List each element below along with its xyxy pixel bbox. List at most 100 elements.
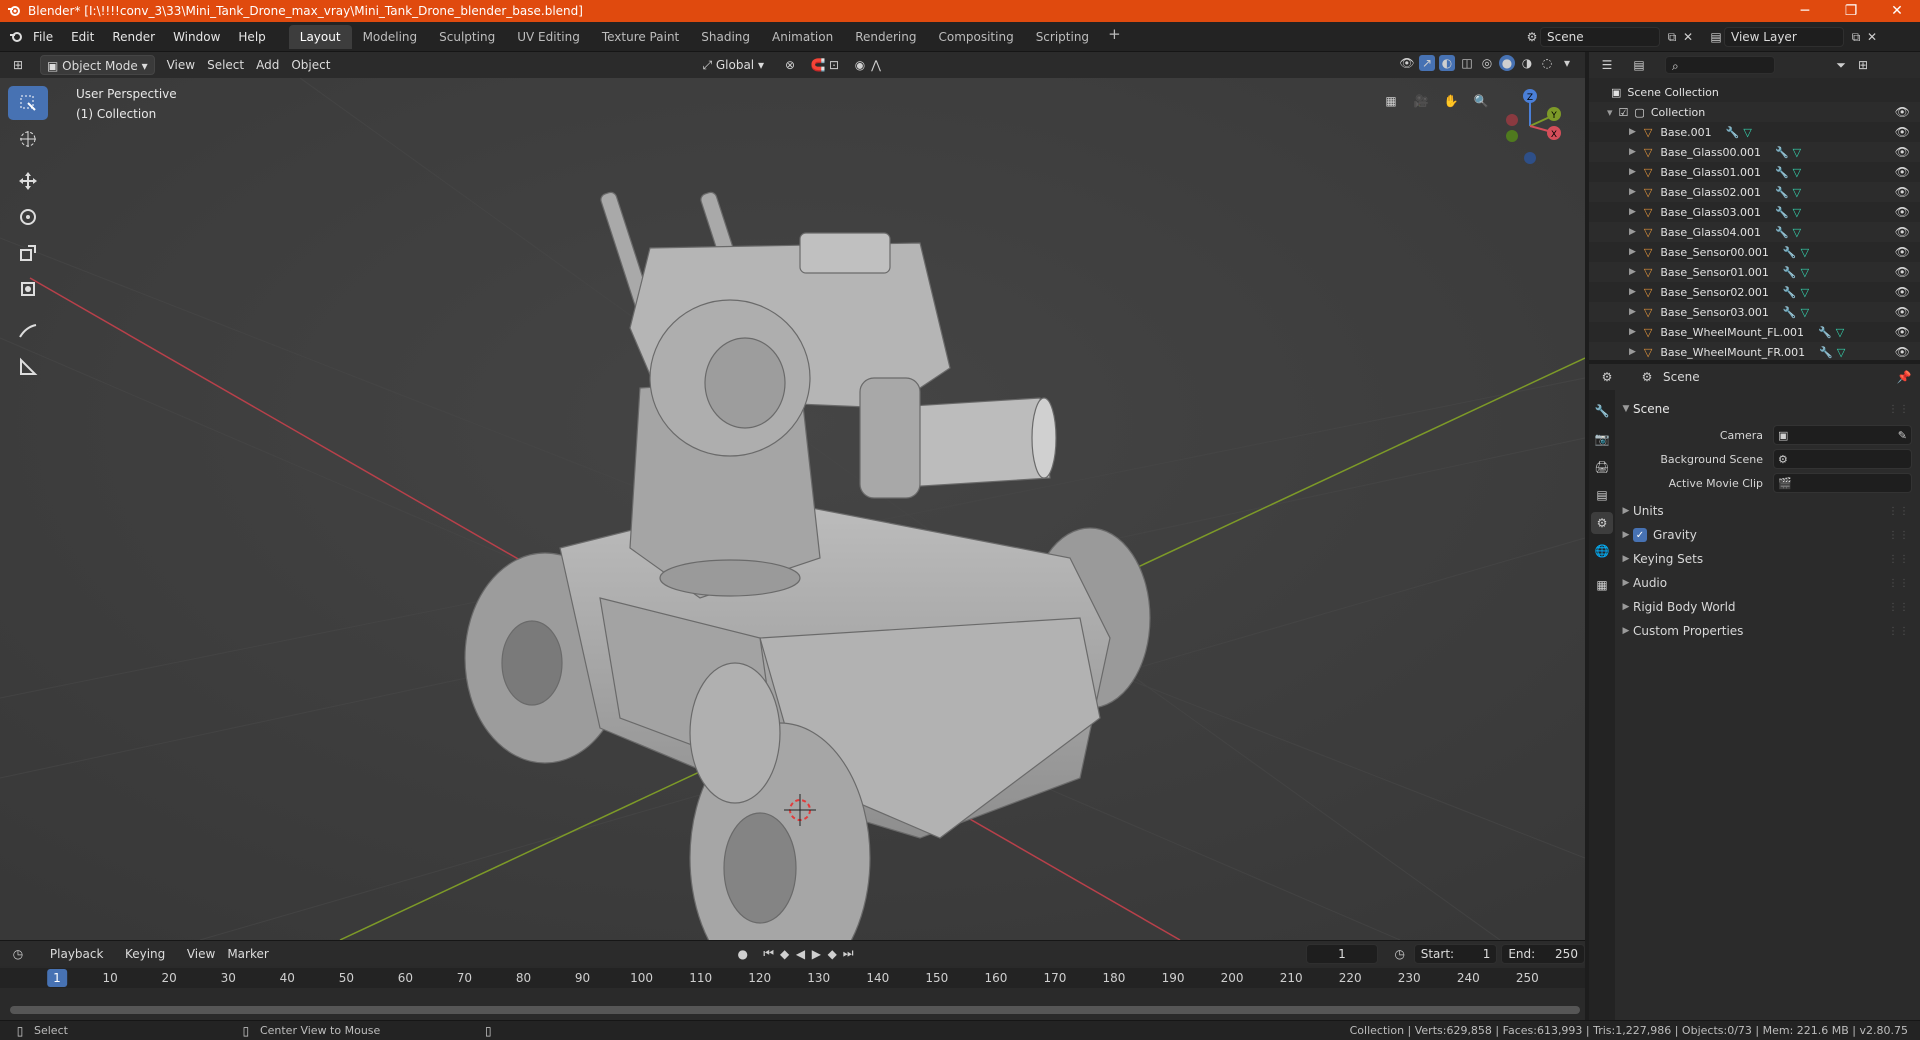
eye-icon[interactable]: 👁 bbox=[1895, 225, 1910, 239]
new-view-layer-icon[interactable]: ⧉ bbox=[1848, 29, 1864, 45]
tab-rendering[interactable]: Rendering bbox=[844, 25, 927, 49]
remove-view-layer-icon[interactable]: ✕ bbox=[1864, 29, 1880, 45]
timeline-editor-icon[interactable]: ◷ bbox=[10, 946, 26, 962]
outliner-search-input[interactable]: ⌕ bbox=[1665, 56, 1775, 74]
rigid-body-world-panel[interactable]: ▶ Rigid Body World ⋮⋮ bbox=[1619, 596, 1916, 618]
transform-tool-icon[interactable] bbox=[8, 272, 48, 306]
outliner-object-row[interactable]: ▶ ▽ Base_Glass04.001 🔧 ▽ 👁 bbox=[1589, 222, 1920, 242]
modifier-wrench-icon[interactable]: 🔧 bbox=[1783, 246, 1797, 259]
tab-sculpting[interactable]: Sculpting bbox=[428, 25, 506, 49]
expand-object-icon[interactable]: ▶ bbox=[1629, 347, 1636, 357]
eye-icon[interactable]: 👁 bbox=[1895, 325, 1910, 339]
modifier-wrench-icon[interactable]: 🔧 bbox=[1775, 226, 1789, 239]
jump-end-icon[interactable]: ⏭ bbox=[840, 946, 856, 962]
play-icon[interactable]: ▶ bbox=[808, 946, 824, 962]
expand-object-icon[interactable]: ▶ bbox=[1629, 267, 1636, 277]
outliner-object-row[interactable]: ▶ ▽ Base_Glass02.001 🔧 ▽ 👁 bbox=[1589, 182, 1920, 202]
menu-edit[interactable]: Edit bbox=[62, 26, 103, 48]
timeline-scrollbar[interactable] bbox=[10, 1006, 1580, 1014]
menu-playback[interactable]: Playback ▾ bbox=[44, 944, 119, 981]
tab-uv-editing[interactable]: UV Editing bbox=[506, 25, 591, 49]
tab-shading[interactable]: Shading bbox=[690, 25, 761, 49]
tab-layout[interactable]: Layout bbox=[288, 24, 352, 49]
drag-handle-icon[interactable]: ⋮⋮ bbox=[1888, 626, 1910, 637]
eye-icon[interactable]: 👁 bbox=[1895, 125, 1910, 139]
drag-handle-icon[interactable]: ⋮⋮ bbox=[1888, 602, 1910, 613]
modifier-wrench-icon[interactable]: 🔧 bbox=[1775, 166, 1789, 179]
outliner-object-row[interactable]: ▶ ▽ Base.001 🔧 ▽ 👁 bbox=[1589, 122, 1920, 142]
expand-object-icon[interactable]: ▶ bbox=[1629, 287, 1636, 297]
eye-icon[interactable]: 👁 bbox=[1895, 145, 1910, 159]
scene-icon[interactable]: ⚙ bbox=[1524, 29, 1540, 45]
expand-object-icon[interactable]: ▶ bbox=[1629, 127, 1636, 137]
wireframe-shading-icon[interactable]: ◎ bbox=[1479, 55, 1495, 71]
mesh-data-icon[interactable]: ▽ bbox=[1836, 326, 1844, 339]
active-movie-clip-field[interactable]: 🎬 bbox=[1773, 473, 1912, 493]
object-mode-dropdown[interactable]: ▣ Object Mode ▾ bbox=[40, 55, 155, 75]
outliner-editor-icon[interactable]: ☰ bbox=[1599, 57, 1615, 73]
outliner-object-row[interactable]: ▶ ▽ Base_WheelMount_FL.001 🔧 ▽ 👁 bbox=[1589, 322, 1920, 342]
snap-target-icon[interactable]: ⊡ bbox=[826, 57, 842, 73]
tab-modeling[interactable]: Modeling bbox=[352, 25, 429, 49]
cursor-tool-icon[interactable] bbox=[8, 122, 48, 156]
record-icon[interactable]: ● bbox=[735, 946, 751, 962]
outliner-object-row[interactable]: ▶ ▽ Base_Glass01.001 🔧 ▽ 👁 bbox=[1589, 162, 1920, 182]
editor-type-icon[interactable]: ⊞ bbox=[10, 57, 26, 73]
rotate-tool-icon[interactable] bbox=[8, 200, 48, 234]
snap-icon[interactable]: 🧲 bbox=[810, 57, 826, 73]
modifier-wrench-icon[interactable]: 🔧 bbox=[1775, 206, 1789, 219]
pan-hand-icon[interactable]: ✋ bbox=[1438, 88, 1464, 114]
modifier-wrench-icon[interactable]: 🔧 bbox=[1775, 146, 1789, 159]
end-frame-field[interactable]: End: 250 bbox=[1501, 943, 1585, 964]
camera-field[interactable]: ▣ ✎ bbox=[1773, 425, 1912, 445]
expand-object-icon[interactable]: ▶ bbox=[1629, 207, 1636, 217]
orientation-dropdown[interactable]: ⤢ Global ▾ bbox=[696, 55, 770, 75]
outliner-object-row[interactable]: ▶ ▽ Base_Glass03.001 🔧 ▽ 👁 bbox=[1589, 202, 1920, 222]
expand-object-icon[interactable]: ▶ bbox=[1629, 147, 1636, 157]
jump-start-icon[interactable]: ⏮ bbox=[761, 946, 777, 962]
select-box-tool-icon[interactable] bbox=[8, 86, 48, 120]
overlay-toggle-icon[interactable]: ◐ bbox=[1439, 55, 1455, 71]
playhead[interactable]: 1 bbox=[47, 969, 67, 987]
modifier-wrench-icon[interactable]: 🔧 bbox=[1818, 326, 1832, 339]
maximize-button[interactable]: ❐ bbox=[1828, 0, 1874, 22]
keying-sets-panel[interactable]: ▶ Keying Sets ⋮⋮ bbox=[1619, 548, 1916, 570]
mesh-data-icon[interactable]: ▽ bbox=[1801, 246, 1809, 259]
drag-handle-icon[interactable]: ⋮⋮ bbox=[1888, 506, 1910, 517]
add-workspace-icon[interactable]: + bbox=[1100, 25, 1129, 49]
eye-icon[interactable]: 👁 bbox=[1895, 345, 1910, 359]
properties-editor-icon[interactable]: ⚙ bbox=[1599, 369, 1615, 385]
view-layer-icon[interactable]: ▤ bbox=[1708, 29, 1724, 45]
modifier-wrench-icon[interactable]: 🔧 bbox=[1783, 306, 1797, 319]
eye-icon[interactable]: 👁 bbox=[1895, 245, 1910, 259]
close-window-button[interactable]: ✕ bbox=[1874, 0, 1920, 22]
pivot-point-icon[interactable]: ⊗ bbox=[782, 57, 798, 73]
mesh-data-icon[interactable]: ▽ bbox=[1801, 306, 1809, 319]
visibility-icon[interactable]: 👁 bbox=[1399, 55, 1415, 71]
modifier-wrench-icon[interactable]: 🔧 bbox=[1819, 346, 1833, 359]
mesh-data-icon[interactable]: ▽ bbox=[1793, 186, 1801, 199]
mesh-data-icon[interactable]: ▽ bbox=[1793, 146, 1801, 159]
new-collection-icon[interactable]: ⊞ bbox=[1855, 57, 1871, 73]
drag-handle-icon[interactable]: ⋮⋮ bbox=[1888, 404, 1910, 415]
clock-icon[interactable]: ◷ bbox=[1392, 946, 1408, 962]
start-frame-field[interactable]: Start: 1 bbox=[1413, 943, 1498, 964]
modifier-wrench-icon[interactable]: 🔧 bbox=[1783, 286, 1797, 299]
eye-icon[interactable]: 👁 bbox=[1895, 165, 1910, 179]
falloff-icon[interactable]: ⋀ bbox=[868, 57, 884, 73]
modifier-wrench-icon[interactable]: 🔧 bbox=[1783, 266, 1797, 279]
menu-timeline-view[interactable]: View bbox=[181, 944, 221, 964]
expand-collection-icon[interactable]: ▾ bbox=[1607, 106, 1613, 119]
prev-keyframe-icon[interactable]: ◆ bbox=[777, 946, 793, 962]
view-layer-field[interactable]: View Layer bbox=[1724, 27, 1844, 47]
solid-shading-icon[interactable]: ● bbox=[1499, 55, 1515, 71]
tab-scripting[interactable]: Scripting bbox=[1025, 25, 1100, 49]
move-tool-icon[interactable] bbox=[8, 164, 48, 198]
mesh-data-icon[interactable]: ▽ bbox=[1801, 266, 1809, 279]
outliner-object-row[interactable]: ▶ ▽ Base_Sensor02.001 🔧 ▽ 👁 bbox=[1589, 282, 1920, 302]
timeline-ruler[interactable]: 1 10 20 30 40 50 60 70 80 90 100 110 120 130 140 150 16… bbox=[0, 968, 1585, 988]
3d-viewport[interactable]: User Perspective (1) Collection ▦ 🎥 ✋ 🔍 … bbox=[0, 78, 1585, 940]
collection-checkbox[interactable]: ☑ bbox=[1619, 106, 1629, 119]
mesh-data-icon[interactable]: ▽ bbox=[1801, 286, 1809, 299]
expand-object-icon[interactable]: ▶ bbox=[1629, 187, 1636, 197]
